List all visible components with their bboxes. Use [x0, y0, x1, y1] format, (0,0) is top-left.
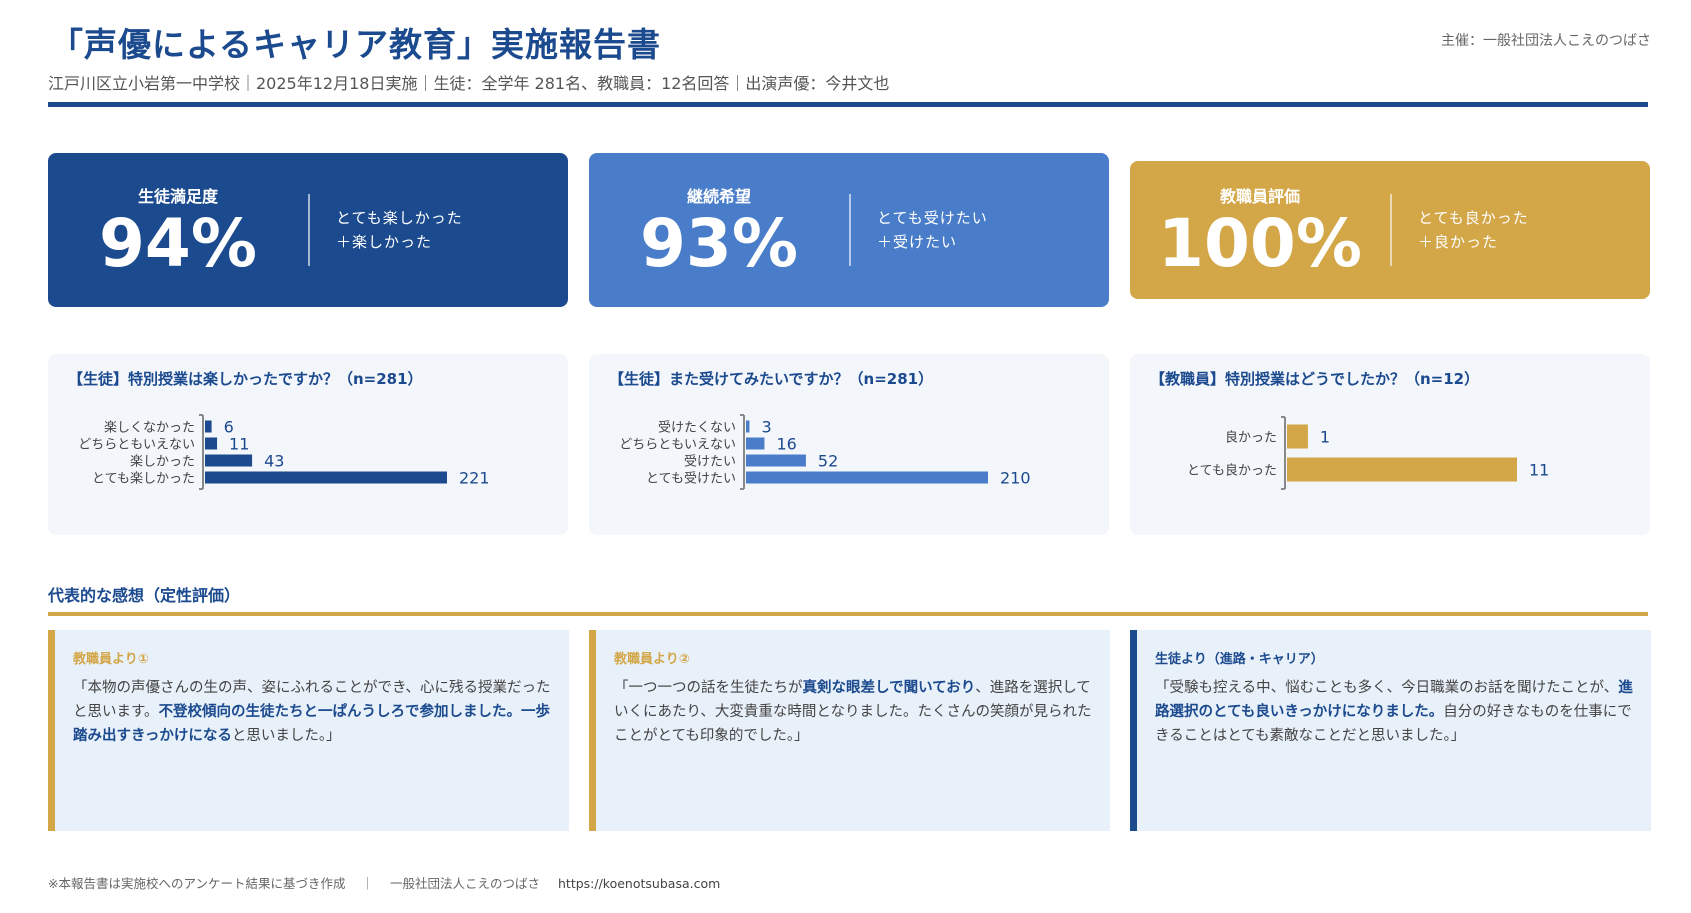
bar	[1287, 457, 1517, 482]
kpi-value: 100%	[1158, 205, 1362, 282]
bar	[1287, 424, 1308, 449]
chart-card-staff-evaluation: 【教職員】特別授業はどうでしたか？（n=12） 良かった 1 とても良かった 11	[1130, 354, 1650, 535]
quote-body: 「本物の声優さんの生の声、姿にふれることができ、心に残る授業だったと思います。不…	[73, 677, 551, 749]
bar-chart-staff-evaluation: 良かった 1 とても良かった 11	[1187, 416, 1549, 490]
category-label: 受けたい	[684, 455, 736, 470]
quote-heading: 教職員より①	[73, 652, 149, 667]
kpi-continuation-wish: 継続希望 93% とても受けたい ＋受けたい	[589, 153, 1109, 307]
footer-separator: ｜	[361, 876, 374, 891]
kpi-value: 93%	[640, 205, 798, 282]
chart-title: 【生徒】特別授業は楽しかったですか？（n=281）	[68, 370, 423, 388]
quote-card-student: 生徒より（進路・キャリア） 「受験も控える中、悩むことも多く、今日職業のお話を聞…	[1130, 630, 1651, 831]
bar	[205, 471, 447, 484]
bar	[746, 454, 806, 467]
data-label: 210	[1000, 469, 1031, 488]
kpi-divider	[849, 194, 851, 266]
category-label: 受けたくない	[658, 421, 736, 436]
data-label: 43	[264, 452, 284, 471]
data-label: 16	[776, 435, 796, 454]
chart-title: 【生徒】また受けてみたいですか？（n=281）	[609, 370, 934, 388]
footer: ※本報告書は実施校へのアンケート結果に基づき作成 ｜ 一般社団法人こえのつばさ ht…	[48, 873, 720, 892]
quote-emphasis: 真剣な眼差しで聞いており	[802, 680, 976, 696]
host-label: 主催：一般社団法人こえのつばさ	[1441, 33, 1651, 49]
data-label: 221	[459, 469, 490, 488]
category-label: 楽しくなかった	[104, 420, 195, 436]
kpi-label: 生徒満足度	[137, 187, 218, 206]
data-label: 11	[1529, 461, 1549, 480]
quote-heading: 教職員より②	[614, 652, 690, 667]
bar-chart-student-enjoyment: 楽しくなかった 6どちらともいえない 11楽しかった 43とても楽しかった 221	[78, 414, 490, 490]
category-label: 楽しかった	[130, 454, 195, 470]
footer-note: ※本報告書は実施校へのアンケート結果に基づき作成	[48, 876, 346, 891]
kpi-note-line2: ＋良かった	[1418, 233, 1499, 251]
category-label: とても受けたい	[646, 472, 736, 487]
data-label: 52	[818, 452, 838, 471]
quote-card-staff-1: 教職員より① 「本物の声優さんの生の声、姿にふれることができ、心に残る授業だった…	[48, 630, 569, 831]
category-label: とても良かった	[1187, 463, 1277, 479]
category-label: とても楽しかった	[92, 471, 195, 487]
section-title: 代表的な感想（定性評価）	[48, 586, 241, 605]
kpi-note-line2: ＋楽しかった	[336, 233, 433, 251]
footer-org: 一般社団法人こえのつばさ	[390, 876, 541, 891]
kpi-divider	[308, 194, 310, 266]
quote-text: 「受験も控える中、悩むことも多く、今日職業のお話を聞けたことが、	[1155, 680, 1619, 696]
bar	[205, 454, 253, 467]
quote-text: 「一つ一つの話を生徒たちが	[614, 680, 803, 696]
report-title: 「声優によるキャリア教育」実施報告書	[50, 25, 662, 64]
report-subtitle: 江戸川区立小岩第一中学校｜2025年12月18日実施｜生徒：全学年 281名、教…	[48, 74, 890, 93]
kpi-value: 94%	[99, 205, 257, 282]
kpi-note-line1: とても受けたい	[877, 209, 988, 227]
kpi-divider	[1390, 194, 1392, 266]
data-label: 3	[761, 418, 771, 437]
section-divider	[48, 612, 1648, 616]
chart-title: 【教職員】特別授業はどうでしたか？（n=12）	[1150, 370, 1480, 388]
bar	[205, 420, 212, 433]
category-label: どちらともいえない	[78, 438, 195, 453]
kpi-student-satisfaction: 生徒満足度 94% とても楽しかった ＋楽しかった	[48, 153, 568, 307]
footer-url-link[interactable]: https://koenotsubasa.com	[558, 876, 720, 891]
bar	[746, 437, 765, 450]
quote-heading: 生徒より（進路・キャリア）	[1155, 652, 1324, 667]
chart-card-student-continuation: 【生徒】また受けてみたいですか？（n=281） 受けたくない 3 どちらともいえない…	[589, 354, 1109, 535]
quote-body: 「受験も控える中、悩むことも多く、今日職業のお話を聞けたことが、進路選択のとても…	[1155, 677, 1633, 749]
category-label: 良かった	[1225, 430, 1277, 446]
kpi-note-line2: ＋受けたい	[877, 233, 958, 251]
kpi-label: 継続希望	[686, 187, 751, 206]
category-label: どちらともいえない	[619, 438, 736, 453]
bar-chart-student-continuation: 受けたくない 3 どちらともいえない 16 受けたい 52 とても受けたい 210	[619, 414, 1031, 490]
kpi-note-line1: とても良かった	[1418, 209, 1529, 227]
bar	[746, 471, 988, 484]
kpi-note-line1: とても楽しかった	[336, 209, 463, 227]
chart-card-student-enjoyment: 【生徒】特別授業は楽しかったですか？（n=281） 楽しくなかった 6 どちらともい…	[48, 354, 568, 535]
quote-body: 「一つ一つの話を生徒たちが真剣な眼差しで聞いており、進路を選択していくにあたり、…	[614, 677, 1092, 749]
data-label: 1	[1320, 428, 1330, 447]
kpi-staff-evaluation: 教職員評価 100% とても良かった ＋良かった	[1130, 161, 1650, 299]
bar	[746, 420, 750, 433]
bar	[205, 437, 218, 450]
kpi-label: 教職員評価	[1219, 187, 1300, 206]
quote-card-staff-2: 教職員より② 「一つ一つの話を生徒たちが真剣な眼差しで聞いており、進路を選択して…	[589, 630, 1110, 831]
data-label: 11	[229, 435, 249, 454]
quote-text: と思いました。」	[231, 727, 341, 744]
header-divider	[48, 102, 1648, 107]
